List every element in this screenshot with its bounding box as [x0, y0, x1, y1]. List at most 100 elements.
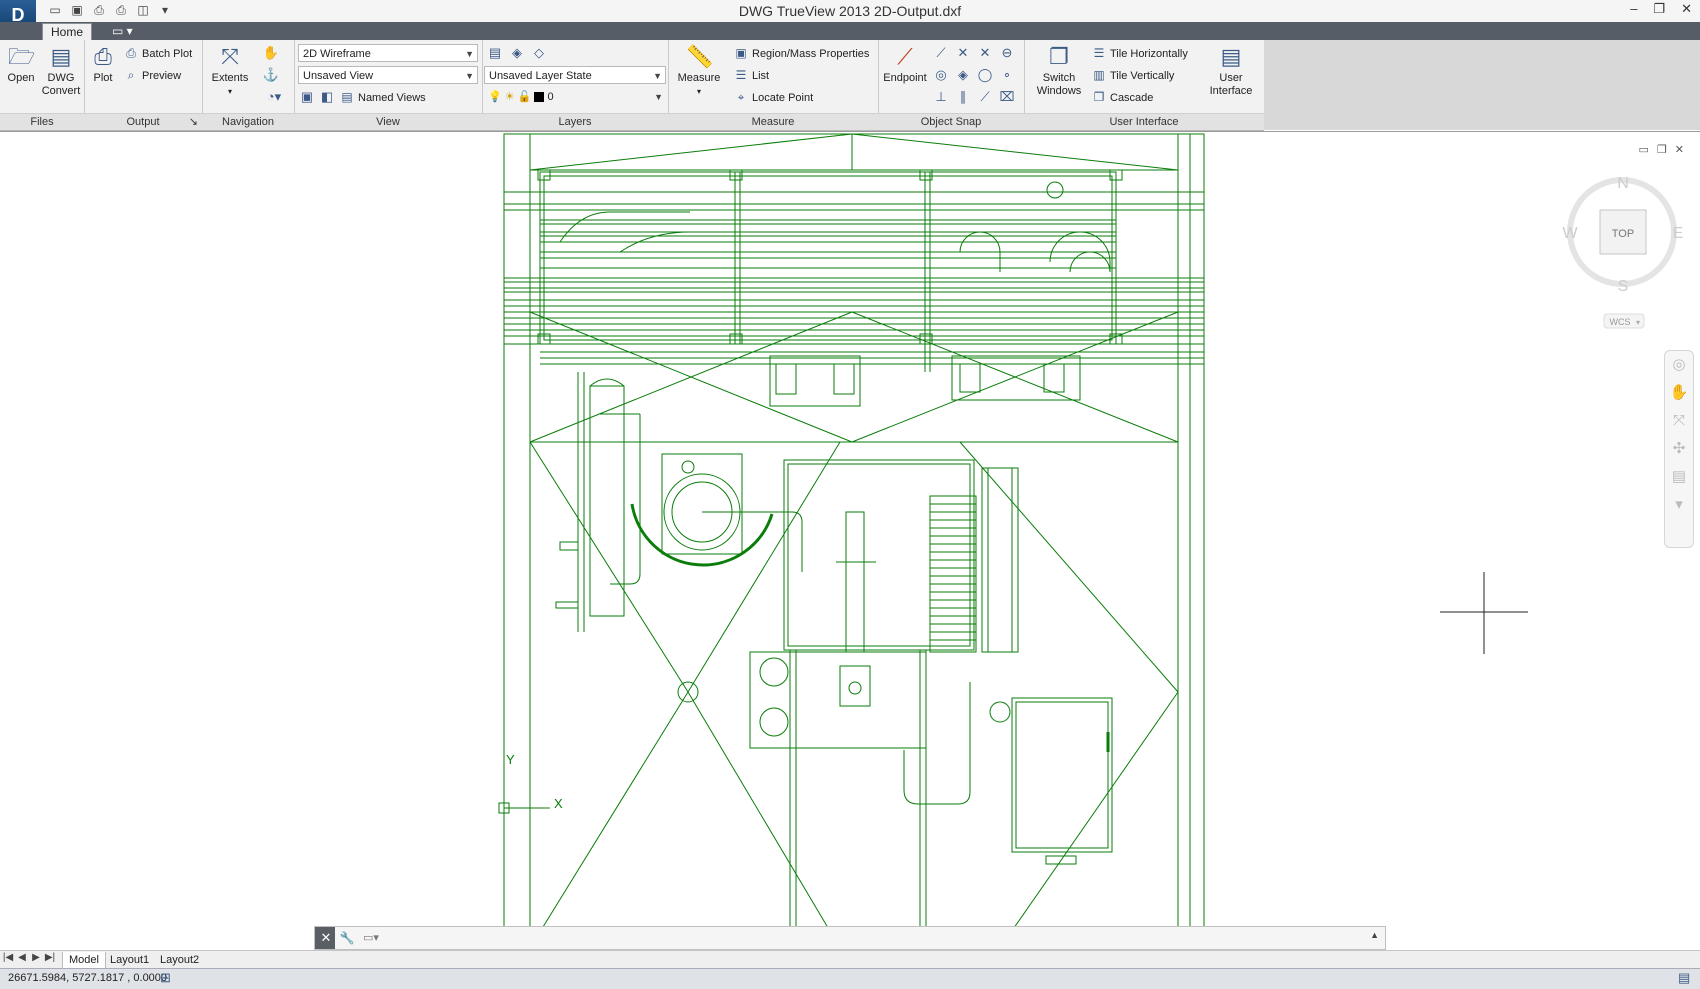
orbit-icon[interactable]: ✣ — [1665, 435, 1693, 463]
ribbon: 🗁 Open ▤ DWG Convert Files ⎙ Plot ⎙ Batch… — [0, 40, 1264, 131]
switch-windows-label-1: Switch — [1042, 72, 1076, 84]
showmotion-icon[interactable]: ▤ — [1665, 463, 1693, 491]
clear-snap-icon[interactable]: ⌧ — [998, 88, 1016, 106]
center-snap-icon[interactable]: ◎ — [932, 66, 950, 84]
command-prompt-icon[interactable]: ▭▾ — [363, 930, 385, 946]
nearest-snap-icon[interactable]: ⟋ — [976, 88, 994, 106]
extents-button[interactable]: ⤧ Extents ▾ — [208, 44, 252, 98]
close-icon[interactable]: ✕ — [318, 929, 334, 947]
last-tab-icon[interactable]: ▶| — [44, 952, 56, 963]
viewport-minimize-button[interactable]: ▭ — [1639, 143, 1649, 156]
region-mass-button[interactable]: ▣ Region/Mass Properties — [734, 44, 869, 62]
layer-previous-icon[interactable]: ◈ — [508, 44, 526, 62]
next-tab-icon[interactable]: ▶ — [30, 952, 42, 963]
restore-button[interactable]: ❐ — [1653, 1, 1665, 17]
tangent-snap-icon[interactable]: ◯ — [976, 66, 994, 84]
saved-view-value: Unsaved View — [303, 70, 374, 82]
panel-navigation-label: Navigation — [202, 113, 294, 130]
layer-properties-icon[interactable]: ▤ — [486, 44, 504, 62]
parallel-snap-icon[interactable]: ∥ — [954, 88, 972, 106]
measure-button[interactable]: 📏 Measure ▾ — [676, 44, 722, 98]
navigation-bar: ◎ ✋ ⤧ ✣ ▤ ▾ — [1664, 350, 1694, 548]
region-mass-label: Region/Mass Properties — [752, 48, 870, 60]
named-views-button[interactable]: ▤ Named Views — [340, 88, 425, 106]
measure-label: Measure — [677, 72, 721, 84]
orbit-icon[interactable]: ⚓ — [262, 66, 280, 84]
dwg-convert-button[interactable]: ▤ DWG Convert — [40, 44, 82, 98]
tab-layout2[interactable]: Layout2 — [154, 952, 205, 968]
command-input[interactable] — [389, 929, 1353, 949]
close-button[interactable]: ✕ — [1681, 1, 1692, 17]
command-history-arrow-icon[interactable]: ▲ — [1370, 930, 1379, 940]
dwg-convert-label-1: DWG — [47, 72, 75, 84]
compass-west[interactable]: W — [1562, 225, 1578, 242]
switch-windows-label-2: Windows — [1036, 85, 1082, 97]
panel-user-interface: ❐ Switch Windows ☰ Tile Horizontally ▥ Til… — [1024, 40, 1264, 130]
cascade-button[interactable]: ❐ Cascade — [1092, 88, 1154, 106]
current-layer-dropdown[interactable]: 💡 ☀ 🔓 0 ▼ — [484, 88, 666, 106]
tab-model[interactable]: Model — [62, 952, 106, 969]
first-tab-icon[interactable]: |◀ — [2, 952, 14, 963]
viewcube[interactable]: TOP N S E W WCS ▾ — [1560, 170, 1690, 330]
output-launcher-icon[interactable]: ↘ — [189, 114, 198, 130]
view-cube-icon[interactable]: ◧ — [318, 88, 336, 106]
minimize-button[interactable]: – — [1630, 1, 1637, 17]
command-line: ✕ 🔧 ▭▾ ▲ — [314, 926, 1386, 950]
batch-plot-label: Batch Plot — [142, 48, 193, 60]
panel-layers: ▤ ◈ ◇ Unsaved Layer State ▼ 💡 ☀ 🔓 0 ▼ Lay… — [482, 40, 669, 130]
panel-user-interface-label: User Interface — [1024, 113, 1264, 130]
intersection-snap-icon[interactable]: ✕ — [954, 44, 972, 62]
extension-snap-icon[interactable]: ⊖ — [998, 44, 1016, 62]
named-views-icon: ▤ — [341, 90, 353, 104]
quadrant-snap-icon[interactable]: ◈ — [954, 66, 972, 84]
wrench-icon[interactable]: 🔧 — [339, 929, 355, 947]
plot-button[interactable]: ⎙ Plot — [88, 44, 118, 85]
user-interface-button[interactable]: ▤ User Interface — [1204, 44, 1258, 98]
viewport-restore-button[interactable]: ❐ — [1657, 143, 1667, 156]
tile-horizontally-button[interactable]: ☰ Tile Horizontally — [1092, 44, 1188, 62]
open-button[interactable]: 🗁 Open — [4, 44, 38, 85]
compass-east[interactable]: E — [1673, 225, 1684, 242]
tab-layout1[interactable]: Layout1 — [104, 952, 155, 968]
preview-button[interactable]: ⌕ Preview — [124, 66, 182, 84]
dxf-drawing[interactable]: Y X — [0, 132, 1700, 951]
list-button[interactable]: ☰ List — [734, 66, 770, 84]
panel-output: ⎙ Plot ⎙ Batch Plot ⌕ Preview Output ↘ — [84, 40, 203, 130]
compass-south[interactable]: S — [1618, 278, 1629, 295]
viewport-close-button[interactable]: ✕ — [1675, 143, 1684, 156]
switch-windows-button[interactable]: ❐ Switch Windows — [1030, 44, 1088, 98]
steering-wheel-icon[interactable]: ◔▾ — [260, 88, 288, 106]
prev-tab-icon[interactable]: ◀ — [16, 952, 28, 963]
pan-icon[interactable]: ✋ — [1665, 379, 1693, 407]
navbar-menu-icon[interactable]: ▾ — [1665, 491, 1693, 519]
tile-vertically-button[interactable]: ▥ Tile Vertically — [1092, 66, 1174, 84]
plot-label: Plot — [93, 72, 113, 84]
pan-icon[interactable]: ✋ — [262, 44, 280, 62]
chevron-down-icon: ▼ — [465, 71, 474, 81]
viewport-icon[interactable]: ▣ — [298, 88, 316, 106]
visual-style-dropdown[interactable]: 2D Wireframe ▼ — [298, 44, 478, 62]
tray-settings-icon[interactable]: ▤ — [1678, 970, 1690, 986]
layer-state-dropdown[interactable]: Unsaved Layer State ▼ — [484, 66, 666, 84]
perpendicular-snap-icon[interactable]: ⊥ — [932, 88, 950, 106]
node-snap-icon[interactable]: ∘ — [998, 66, 1016, 84]
drawing-canvas[interactable]: Y X — [0, 131, 1700, 951]
lock-icon: 🔓 — [517, 91, 532, 103]
midpoint-snap-icon[interactable]: ⟋ — [932, 44, 950, 62]
measure-dropdown-icon: ▾ — [696, 87, 701, 96]
zoom-extents-icon[interactable]: ⤧ — [1665, 407, 1693, 435]
steering-wheel-icon[interactable]: ◎ — [1665, 351, 1693, 379]
compass-north[interactable]: N — [1617, 175, 1629, 192]
batch-plot-button[interactable]: ⎙ Batch Plot — [124, 44, 192, 62]
sun-icon: ☀ — [504, 91, 515, 103]
tab-home[interactable]: Home — [42, 23, 93, 41]
endpoint-snap-icon: ⟋ — [897, 44, 913, 69]
layer-walk-icon[interactable]: ◇ — [530, 44, 548, 62]
panel-layers-label: Layers — [482, 113, 668, 130]
apparent-intersection-icon[interactable]: ✕ — [976, 44, 994, 62]
tab-view-toggle[interactable]: ▭ ▾ — [104, 23, 141, 40]
saved-view-dropdown[interactable]: Unsaved View ▼ — [298, 66, 478, 84]
locate-point-button[interactable]: ⌖ Locate Point — [734, 88, 814, 106]
grid-snap-icon[interactable]: ⊞ — [160, 970, 171, 986]
endpoint-button[interactable]: ⟋ Endpoint — [880, 44, 930, 85]
